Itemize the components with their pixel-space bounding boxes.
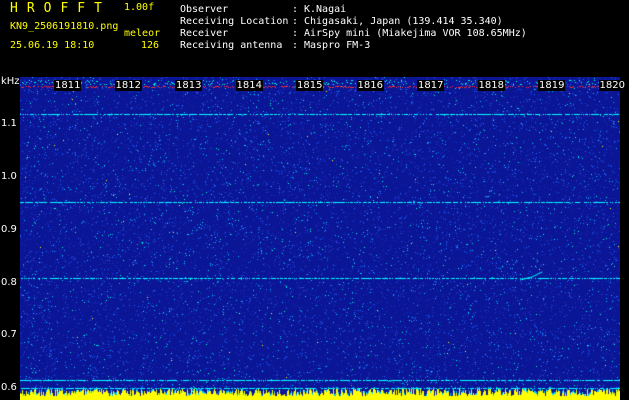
time-tick-label: 1818 — [477, 80, 505, 91]
metadata-block: Observer: K.Nagai Receiving Location: Chig… — [180, 4, 527, 52]
frequency-tick-label: 0.8 — [1, 276, 17, 288]
time-tick-label: 1811 — [54, 80, 82, 91]
file-name: KN9_2506191810.png — [10, 21, 119, 32]
time-tick-label: 1816 — [356, 80, 384, 91]
meta-location: Receiving Location: Chigasaki, Japan (139… — [180, 16, 503, 27]
frequency-tick-label: 0.9 — [1, 223, 17, 235]
right-border — [620, 77, 629, 400]
time-tick-label: 1813 — [175, 80, 203, 91]
date-time: 25.06.19 18:10 — [10, 40, 95, 51]
time-tick-label: 1815 — [296, 80, 324, 91]
meta-antenna: Receiving antenna: Maspro FM-3 — [180, 40, 371, 51]
time-tick-label: 1817 — [417, 80, 445, 91]
frequency-tick-label: 1.0 — [1, 170, 17, 182]
time-tick-label: 1820 — [598, 80, 626, 91]
frequency-tick-label: 0.6 — [1, 382, 17, 394]
version-label: 1.00f — [124, 2, 155, 13]
app-title: HROFFT — [10, 1, 111, 16]
frequency-tick-label: 1.1 — [1, 117, 17, 129]
detection-count: 126 — [141, 40, 160, 51]
header-panel: HROFFT 1.00f KN9_2506191810.png meleor 2… — [0, 0, 629, 77]
frequency-tick-label: 0.7 — [1, 329, 17, 341]
mode-label: meleor — [124, 28, 161, 39]
time-tick-label: 1812 — [114, 80, 142, 91]
time-tick-label: 1819 — [538, 80, 566, 91]
time-tick-label: 1814 — [235, 80, 263, 91]
meta-observer: Observer: K.Nagai — [180, 4, 347, 15]
spectrogram-waterfall[interactable] — [20, 77, 620, 400]
meta-receiver: Receiver: AirSpy mini (Miakejima VOR 108.… — [180, 28, 527, 39]
frequency-unit-label: kHz — [1, 76, 20, 87]
